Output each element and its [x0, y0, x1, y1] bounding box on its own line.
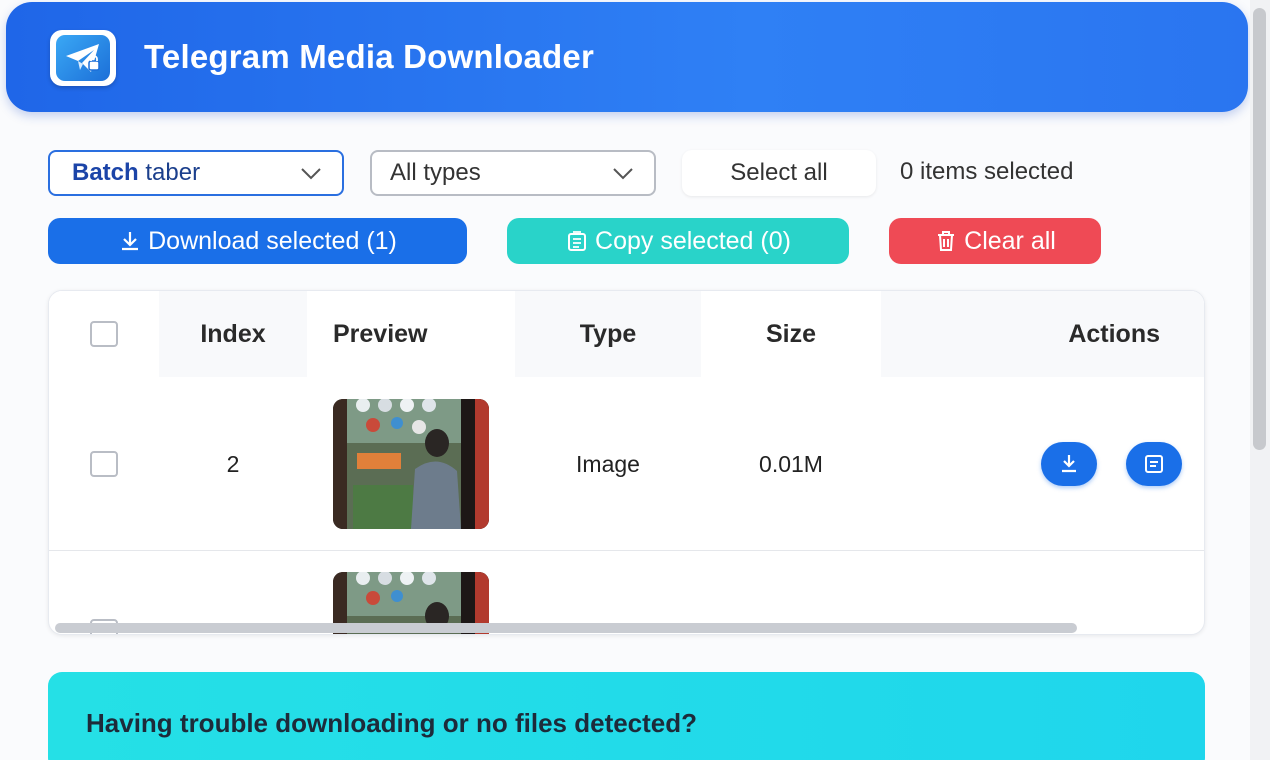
copy-selected-label: Copy selected (0) — [595, 226, 791, 255]
vertical-scrollbar-thumb[interactable] — [1253, 8, 1266, 450]
row-actions-cell — [881, 377, 1204, 551]
clear-all-label: Clear all — [964, 226, 1056, 255]
row-copy-button[interactable] — [1126, 442, 1182, 486]
batch-dropdown-value: Batch taber — [72, 159, 201, 186]
copy-selected-button[interactable]: Copy selected (0) — [507, 218, 849, 264]
header-type: Type — [515, 291, 701, 377]
row-checkbox[interactable] — [90, 451, 118, 477]
trash-icon — [938, 231, 955, 251]
help-banner[interactable]: Having trouble downloading or no files d… — [48, 672, 1205, 760]
header-index: Index — [159, 291, 307, 377]
clear-all-button[interactable]: Clear all — [889, 218, 1101, 264]
copy-icon — [1145, 455, 1163, 473]
select-all-checkbox[interactable] — [90, 321, 118, 347]
select-all-button[interactable]: Select all — [682, 150, 876, 196]
app-window: Telegram Media Downloader Batch taber Al… — [0, 0, 1250, 760]
copy-icon — [568, 231, 587, 251]
table-header: Index Preview Type Size Actions — [49, 291, 1204, 377]
download-selected-label: Download selected (1) — [148, 226, 397, 255]
media-table: Index Preview Type Size Actions 2 Image … — [48, 290, 1205, 635]
type-filter-dropdown[interactable]: All types — [370, 150, 656, 196]
chevron-down-icon — [301, 168, 321, 180]
row-preview-cell — [307, 377, 515, 551]
row-index: 2 — [226, 450, 240, 477]
header-actions: Actions — [881, 291, 1204, 377]
batch-dropdown[interactable]: Batch taber — [48, 150, 344, 196]
selected-count-label: 0 items selected — [900, 158, 1074, 185]
app-logo — [50, 30, 116, 86]
row-download-button[interactable] — [1041, 442, 1097, 486]
preview-thumbnail[interactable] — [333, 399, 489, 529]
download-selected-button[interactable]: Download selected (1) — [48, 218, 467, 264]
download-icon — [122, 232, 139, 251]
table-row: 2 Image 0.01M — [49, 377, 1204, 551]
row-size: 0.01M — [759, 450, 823, 477]
row-type: Image — [576, 450, 640, 477]
app-title: Telegram Media Downloader — [144, 38, 594, 75]
horizontal-scrollbar[interactable] — [55, 623, 1077, 633]
header-preview: Preview — [307, 291, 515, 377]
download-icon — [1062, 455, 1076, 473]
type-filter-value: All types — [390, 159, 481, 186]
app-header: Telegram Media Downloader — [6, 2, 1248, 112]
chevron-down-icon — [613, 168, 633, 180]
header-size: Size — [701, 291, 881, 377]
header-select-cell — [49, 291, 159, 377]
row-select-cell — [49, 377, 159, 551]
help-banner-text: Having trouble downloading or no files d… — [86, 708, 698, 738]
telegram-paper-plane-icon — [56, 35, 110, 81]
